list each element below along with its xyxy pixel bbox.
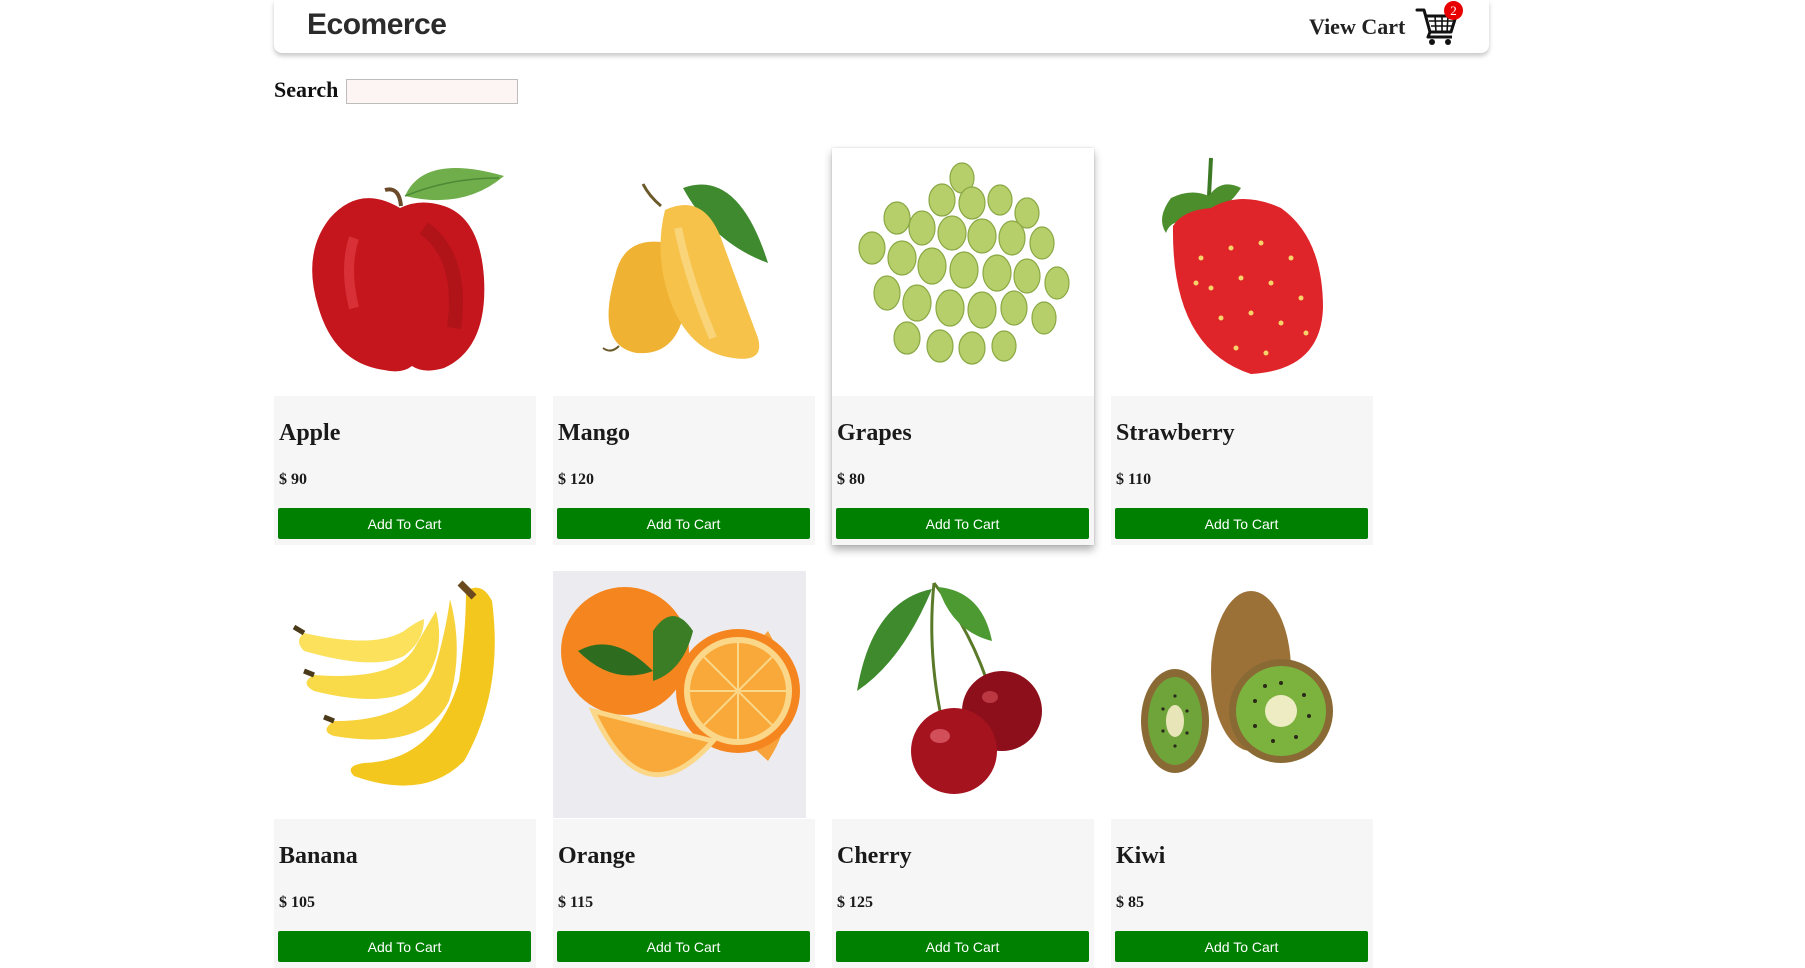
add-to-cart-button[interactable]: Add To Cart bbox=[557, 931, 810, 962]
product-image-orange bbox=[553, 571, 815, 818]
add-to-cart-button[interactable]: Add To Cart bbox=[557, 508, 810, 539]
add-to-cart-button[interactable]: Add To Cart bbox=[278, 931, 531, 962]
product-card-cherry: Cherry $ 125 Add To Cart bbox=[832, 571, 1094, 968]
product-card-banana: Banana $ 105 Add To Cart bbox=[274, 571, 536, 968]
product-card-body: Apple $ 90 Add To Cart bbox=[274, 396, 536, 545]
product-name: Orange bbox=[558, 843, 636, 869]
product-image-kiwi bbox=[1111, 571, 1373, 818]
cherry-icon bbox=[832, 571, 1094, 818]
product-card-mango: Mango $ 120 Add To Cart bbox=[553, 148, 815, 545]
product-name: Cherry bbox=[837, 843, 912, 869]
banana-icon bbox=[274, 571, 536, 818]
product-card-strawberry: Strawberry $ 110 Add To Cart bbox=[1111, 148, 1373, 545]
product-name: Grapes bbox=[837, 420, 912, 446]
product-price: $ 120 bbox=[558, 471, 594, 488]
product-name: Kiwi bbox=[1116, 843, 1166, 869]
product-name: Strawberry bbox=[1116, 420, 1235, 446]
product-image-apple bbox=[274, 148, 536, 395]
product-name: Apple bbox=[279, 420, 341, 446]
product-card-orange: Orange $ 115 Add To Cart bbox=[553, 571, 815, 968]
product-price: $ 110 bbox=[1116, 471, 1152, 488]
search-input[interactable] bbox=[346, 79, 518, 104]
product-image-grapes bbox=[832, 148, 1094, 395]
product-card-body: Strawberry $ 110 Add To Cart bbox=[1111, 396, 1373, 545]
product-card-apple: Apple $ 90 Add To Cart bbox=[274, 148, 536, 545]
search-label: Search bbox=[274, 77, 339, 102]
kiwi-icon bbox=[1111, 571, 1373, 818]
brand-logo[interactable]: Ecomerce bbox=[307, 8, 447, 42]
product-name: Mango bbox=[558, 420, 630, 446]
product-price: $ 125 bbox=[837, 894, 873, 911]
product-name: Banana bbox=[279, 843, 358, 869]
product-image-mango bbox=[553, 148, 815, 395]
product-image-banana bbox=[274, 571, 536, 818]
product-card-body: Grapes $ 80 Add To Cart bbox=[832, 396, 1094, 545]
add-to-cart-button[interactable]: Add To Cart bbox=[1115, 508, 1368, 539]
add-to-cart-button[interactable]: Add To Cart bbox=[278, 508, 531, 539]
product-image-strawberry bbox=[1111, 148, 1373, 395]
product-card-grapes: Grapes $ 80 Add To Cart bbox=[832, 148, 1094, 545]
view-cart-link[interactable]: View Cart bbox=[1309, 14, 1405, 40]
top-navbar: Ecomerce View Cart 2 bbox=[274, 0, 1489, 53]
orange-icon bbox=[553, 571, 806, 818]
cart-count-badge: 2 bbox=[1444, 1, 1463, 20]
add-to-cart-button[interactable]: Add To Cart bbox=[836, 508, 1089, 539]
mango-icon bbox=[553, 148, 815, 395]
product-price: $ 85 bbox=[1116, 894, 1144, 911]
apple-icon bbox=[274, 148, 536, 395]
product-price: $ 115 bbox=[558, 894, 594, 911]
product-price: $ 105 bbox=[279, 894, 315, 911]
product-card-body: Mango $ 120 Add To Cart bbox=[553, 396, 815, 545]
product-price: $ 80 bbox=[837, 471, 865, 488]
strawberry-icon bbox=[1111, 148, 1373, 395]
product-card-kiwi: Kiwi $ 85 Add To Cart bbox=[1111, 571, 1373, 968]
grapes-icon bbox=[832, 148, 1094, 395]
product-image-cherry bbox=[832, 571, 1094, 818]
add-to-cart-button[interactable]: Add To Cart bbox=[1115, 931, 1368, 962]
product-price: $ 90 bbox=[279, 471, 307, 488]
add-to-cart-button[interactable]: Add To Cart bbox=[836, 931, 1089, 962]
